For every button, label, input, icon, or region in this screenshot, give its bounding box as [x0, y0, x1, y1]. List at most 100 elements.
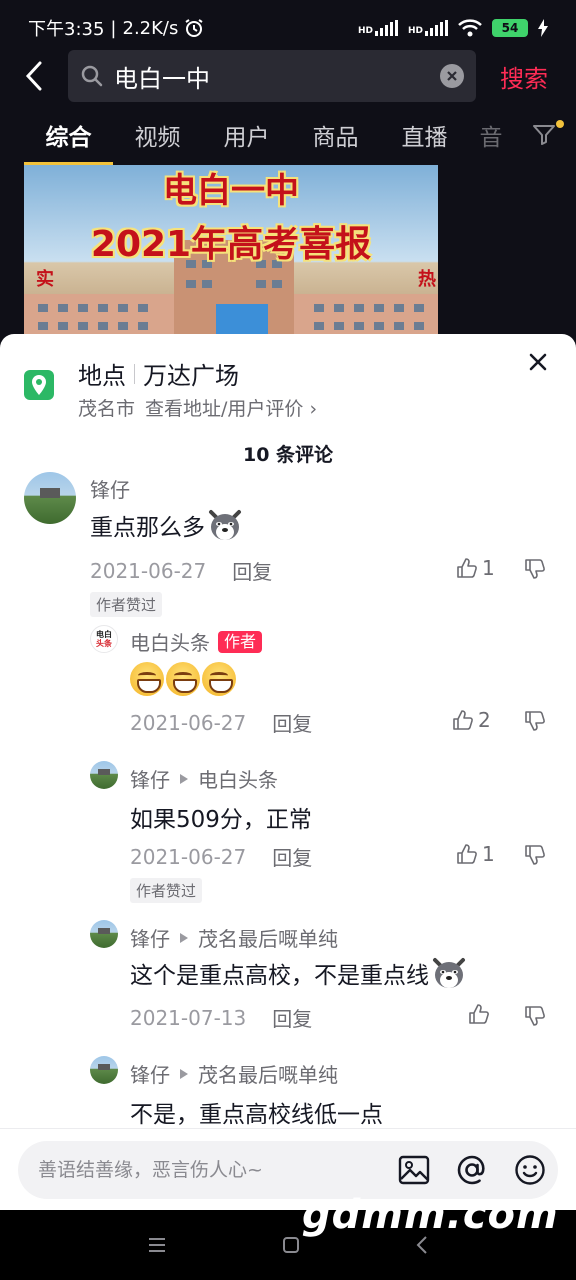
- charging-icon: [538, 19, 548, 37]
- dislike-button[interactable]: [524, 1005, 546, 1031]
- clear-search-button[interactable]: [440, 64, 464, 88]
- like-count: 1: [482, 842, 495, 866]
- author-liked-badge: 作者赞过: [90, 592, 163, 617]
- menu-nav-icon[interactable]: [148, 1237, 166, 1253]
- tab-video[interactable]: 视频: [113, 112, 202, 164]
- image-icon: [398, 1155, 430, 1185]
- location-label: 地点: [78, 362, 126, 390]
- cover-side-text-right: 热: [418, 269, 436, 290]
- reply-arrow-icon: [180, 773, 188, 784]
- grin-emoji-icon: [202, 662, 236, 696]
- back-arrow-icon: [25, 61, 42, 91]
- avatar[interactable]: [90, 920, 118, 948]
- wifi-icon: [458, 19, 482, 37]
- avatar[interactable]: [90, 1056, 118, 1084]
- comment-username[interactable]: 锋仔 电白头条: [130, 764, 278, 793]
- reply-button[interactable]: 回复: [272, 708, 312, 737]
- watermark-text: gdmm.com: [302, 1192, 559, 1238]
- comment-meta: 2021-07-13 回复: [130, 1003, 312, 1032]
- comment-text: 重点那么多: [90, 508, 243, 542]
- home-nav-icon[interactable]: [282, 1236, 300, 1254]
- avatar[interactable]: 电白 头条: [90, 625, 118, 653]
- reply-to-username[interactable]: 电白头条: [198, 764, 278, 793]
- dislike-button[interactable]: [524, 710, 546, 736]
- emoji-button[interactable]: [512, 1152, 548, 1188]
- comment-username[interactable]: 锋仔 茂名最后嘅单纯: [130, 1059, 338, 1088]
- location-city: 茂名市: [78, 398, 136, 420]
- close-comments-button[interactable]: [526, 350, 550, 374]
- status-time: 下午3:35: [28, 19, 105, 40]
- mention-button[interactable]: [454, 1152, 490, 1188]
- reply-button[interactable]: 回复: [272, 1003, 312, 1032]
- signal-1-icon: HD: [358, 20, 398, 36]
- location-title: 地点 万达广场: [78, 356, 239, 391]
- thumb-down-icon: [525, 711, 545, 731]
- back-nav-icon[interactable]: [416, 1236, 428, 1254]
- comment-count: 10 条评论: [242, 444, 334, 466]
- like-button[interactable]: 1: [456, 842, 495, 866]
- comment-body: 重点那么多: [90, 515, 205, 541]
- comment-username[interactable]: 锋仔: [90, 474, 130, 503]
- like-count: 1: [482, 556, 495, 580]
- like-button[interactable]: [468, 1003, 490, 1025]
- filter-icon: [533, 125, 555, 145]
- tab-live[interactable]: 直播: [380, 112, 469, 164]
- like-button[interactable]: 1: [456, 556, 495, 580]
- reply-arrow-icon: [180, 1068, 188, 1079]
- reply-to-username[interactable]: 茂名最后嘅单纯: [198, 923, 338, 952]
- tab-goods[interactable]: 商品: [291, 112, 380, 164]
- grin-emoji-icon: [166, 662, 200, 696]
- location-subtitle: 茂名市 查看地址/用户评价 ›: [78, 394, 317, 421]
- network-speed: 2.2K/s: [122, 17, 179, 39]
- location-detail-link[interactable]: 查看地址/用户评价 ›: [145, 394, 317, 421]
- tab-music[interactable]: 音: [469, 112, 513, 164]
- avatar[interactable]: [24, 472, 76, 524]
- tab-comprehensive[interactable]: 综合: [24, 112, 113, 165]
- location-name: 万达广场: [143, 362, 239, 390]
- comment-date: 2021-06-27: [90, 558, 207, 583]
- location-link-text: 查看地址/用户评价: [145, 398, 304, 420]
- like-button[interactable]: 2: [452, 708, 491, 732]
- thumb-down-icon: [525, 845, 545, 865]
- cover-subtitle: 2021年高考喜报: [90, 224, 372, 265]
- location-card[interactable]: 地点 万达广场 茂名市 查看地址/用户评价 ›: [0, 356, 576, 426]
- comment-input[interactable]: [38, 1159, 396, 1181]
- husky-emoji-icon: [433, 958, 465, 988]
- tab-users[interactable]: 用户: [202, 112, 291, 164]
- search-submit-button[interactable]: 搜索: [500, 59, 548, 94]
- filter-dot: [556, 120, 564, 128]
- username-text: 锋仔: [130, 927, 170, 951]
- at-icon: [457, 1155, 485, 1185]
- search-input[interactable]: [104, 62, 440, 90]
- reply-button[interactable]: 回复: [272, 842, 312, 871]
- thumb-up-icon: [457, 558, 477, 578]
- comment-username[interactable]: 锋仔 茂名最后嘅单纯: [130, 923, 338, 952]
- image-button[interactable]: [396, 1152, 432, 1188]
- back-button[interactable]: [0, 48, 68, 104]
- search-header: 搜索: [0, 48, 576, 104]
- status-divider: |: [110, 17, 117, 39]
- reply-button[interactable]: 回复: [232, 556, 272, 585]
- search-box[interactable]: [68, 50, 476, 102]
- location-pin-icon: [24, 370, 54, 400]
- thumb-down-icon: [525, 559, 545, 579]
- comment-username[interactable]: 电白头条 作者: [130, 627, 263, 656]
- dislike-button[interactable]: [524, 844, 546, 870]
- battery-icon: 54: [492, 19, 528, 37]
- reply-arrow-icon: [180, 932, 188, 943]
- search-icon: [81, 65, 103, 87]
- reply-to-username[interactable]: 茂名最后嘅单纯: [198, 1059, 338, 1088]
- dislike-button[interactable]: [524, 558, 546, 584]
- comment-input-container[interactable]: [18, 1141, 558, 1199]
- smiley-icon: [515, 1155, 545, 1185]
- avatar[interactable]: [90, 761, 118, 789]
- username-text: 锋仔: [130, 768, 170, 792]
- comment-text: 这个是重点高校，不是重点线: [130, 956, 467, 990]
- alarm-icon: [185, 19, 203, 37]
- video-cover[interactable]: 电白一中 2021年高考喜报 实 热: [24, 165, 438, 340]
- close-icon: [529, 353, 547, 371]
- thumb-up-icon: [457, 844, 477, 864]
- hd-label: HD: [407, 26, 423, 36]
- filter-button[interactable]: [530, 120, 564, 152]
- username-text: 锋仔: [130, 1063, 170, 1087]
